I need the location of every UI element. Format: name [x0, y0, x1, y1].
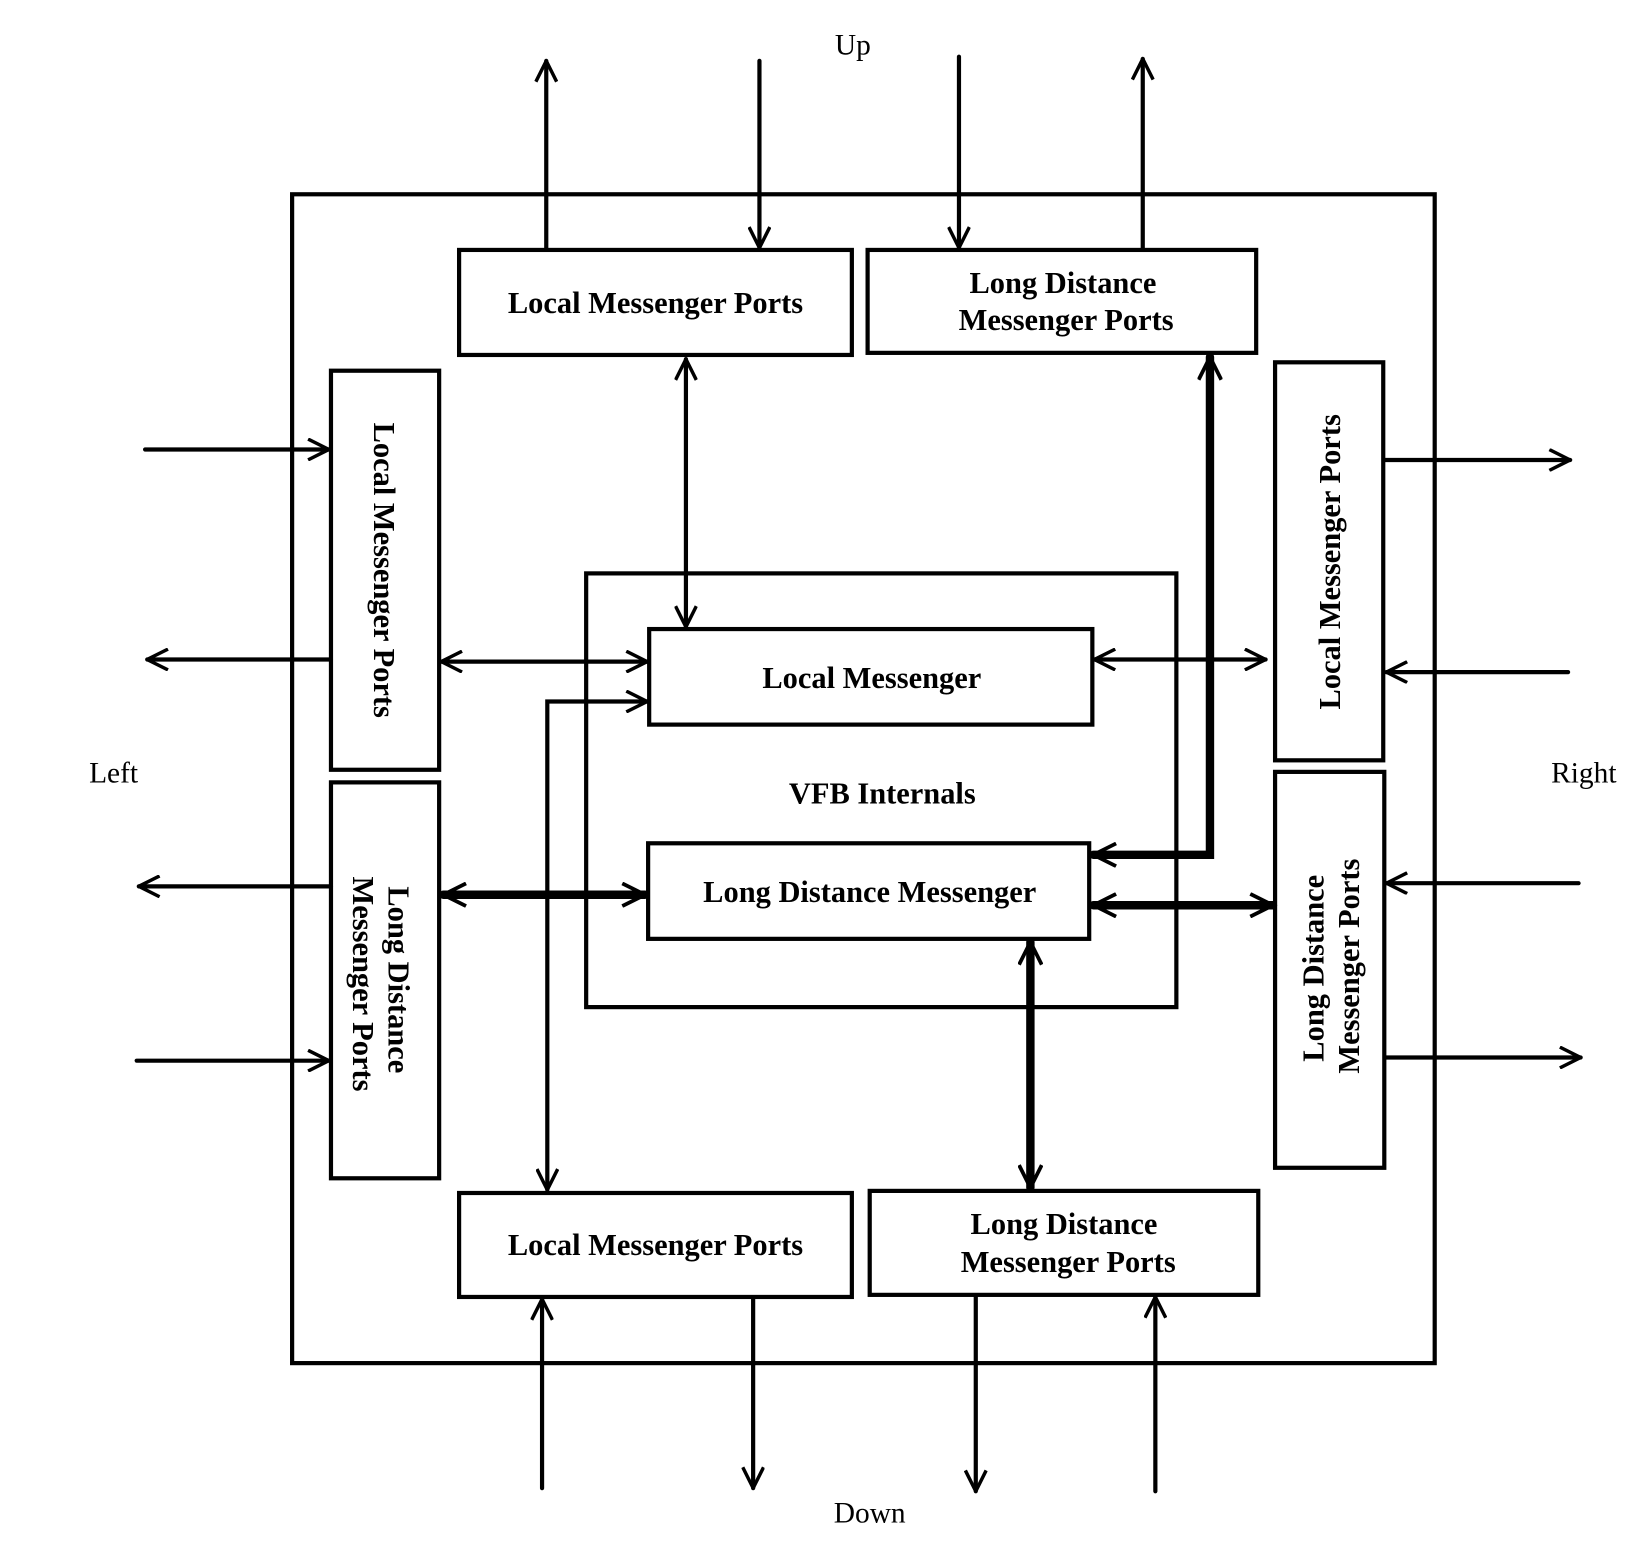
local-messenger: Local Messenger — [647, 626, 1095, 727]
svg-text:Local Messenger Ports: Local Messenger Ports — [508, 286, 803, 320]
svg-text:Local Messenger Ports: Local Messenger Ports — [1313, 414, 1347, 709]
direction-down-label: Down — [834, 1498, 906, 1530]
svg-text:Local Messenger Ports: Local Messenger Ports — [508, 1228, 803, 1262]
svg-text:Local Messenger Ports: Local Messenger Ports — [367, 423, 401, 718]
direction-up-label: Up — [835, 30, 871, 62]
svg-text:Long Distance: Long Distance — [1296, 875, 1330, 1062]
top-local-messenger-ports: Local Messenger Ports — [456, 247, 854, 358]
right-long-distance-messenger-ports: Long Distance Messenger Ports — [1272, 769, 1387, 1170]
direction-left-label: Left — [89, 757, 138, 789]
svg-text:Long Distance: Long Distance — [971, 1207, 1158, 1241]
svg-text:Long Distance Messenger: Long Distance Messenger — [703, 875, 1036, 909]
direction-right-label: Right — [1551, 757, 1616, 789]
vfb-internals-label: VFB Internals — [789, 776, 976, 810]
long-distance-messenger: Long Distance Messenger — [646, 841, 1092, 941]
svg-text:Long Distance: Long Distance — [382, 886, 416, 1073]
svg-text:Local Messenger: Local Messenger — [762, 661, 981, 695]
svg-text:Messenger Ports: Messenger Ports — [1332, 859, 1366, 1074]
svg-text:Long Distance: Long Distance — [970, 266, 1157, 300]
svg-text:Messenger Ports: Messenger Ports — [961, 1245, 1176, 1279]
left-local-messenger-ports: Local Messenger Ports — [328, 368, 442, 772]
vfb-block-diagram: VFB Internals Local Messenger Long Dista… — [89, 30, 1616, 1530]
right-local-messenger-ports: Local Messenger Ports — [1272, 360, 1386, 763]
svg-text:Messenger Ports: Messenger Ports — [959, 303, 1174, 337]
left-long-distance-messenger-ports: Long Distance Messenger Ports — [328, 780, 442, 1181]
top-long-distance-messenger-ports: Long Distance Messenger Ports — [865, 247, 1259, 355]
link-ld-messenger-to-top-long — [1089, 352, 1210, 855]
bottom-long-distance-messenger-ports: Long Distance Messenger Ports — [867, 1188, 1261, 1297]
bottom-local-messenger-ports: Local Messenger Ports — [456, 1190, 854, 1300]
svg-text:Messenger Ports: Messenger Ports — [346, 877, 380, 1092]
link-bottom-local-to-local-messenger — [547, 702, 650, 1192]
